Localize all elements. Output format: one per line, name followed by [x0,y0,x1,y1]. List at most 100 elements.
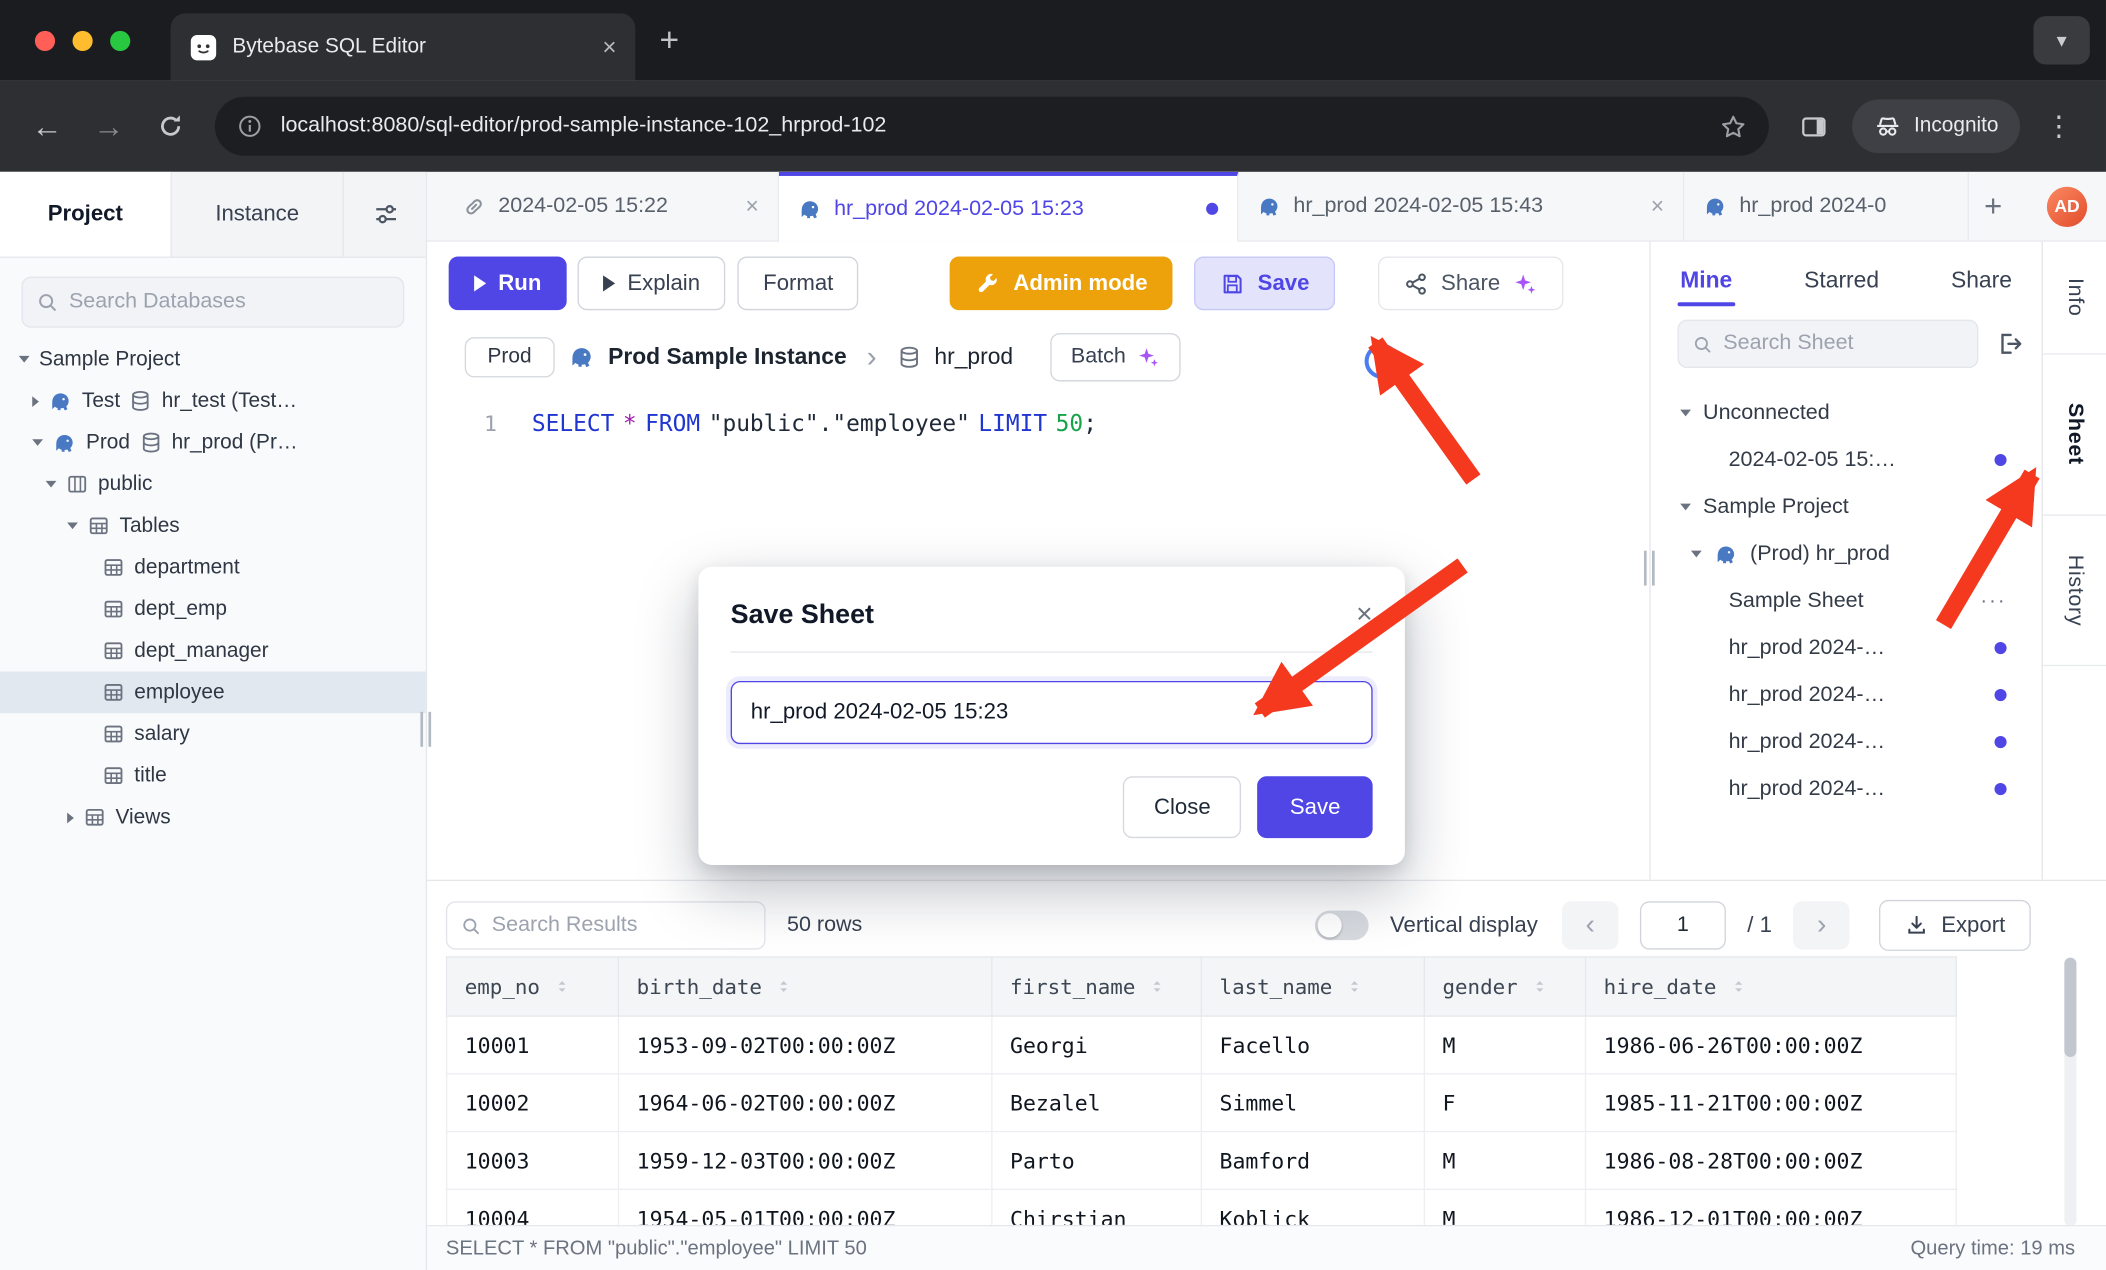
column-header[interactable]: hire_date [1586,957,1957,1016]
column-header[interactable]: emp_no [447,957,619,1016]
tree-item-department[interactable]: department [0,547,426,589]
page-input[interactable] [1640,901,1726,949]
dialog-save-button[interactable]: Save [1258,776,1373,838]
sort-icon[interactable] [552,976,572,996]
table-row[interactable]: 100011953-09-02T00:00:00ZGeorgiFacelloM1… [447,1016,1957,1074]
site-info-icon[interactable] [236,113,263,140]
new-tab-button[interactable]: + [659,21,679,60]
instance-name[interactable]: Prod Sample Instance [608,344,847,371]
run-button[interactable]: Run [449,257,567,311]
tab-info[interactable]: Info [2043,242,2106,355]
save-button[interactable]: Save [1195,257,1335,311]
tab-starred[interactable]: Starred [1804,267,1879,294]
user-avatar[interactable]: AD [2047,186,2087,226]
editor-tab-1-active[interactable]: hr_prod 2024-02-05 15:23 [779,172,1238,242]
prev-page-button[interactable]: ‹ [1562,901,1618,949]
next-page-button[interactable]: › [1793,901,1849,949]
scrollbar-thumb[interactable] [2064,958,2076,1057]
tree-item-title[interactable]: title [0,755,426,797]
database-name[interactable]: hr_prod [934,344,1013,371]
close-tab-icon[interactable]: × [1651,193,1664,220]
explain-button[interactable]: Explain [578,257,726,311]
format-button[interactable]: Format [738,257,859,311]
batch-button[interactable]: Batch [1051,333,1181,381]
results-search-input[interactable] [492,913,751,937]
editor-tab-3[interactable]: hr_prod 2024-0 [1684,172,1969,240]
tab-close-icon[interactable]: × [602,33,616,61]
refresh-ring-icon[interactable] [1365,344,1400,379]
tab-share[interactable]: Share [1951,267,2012,294]
environment-chip[interactable]: Prod [465,337,555,377]
tab-list-chevron-button[interactable]: ▾ [2033,16,2089,64]
tree-item-dept_emp[interactable]: dept_emp [0,588,426,630]
dialog-close-button[interactable]: Close [1123,776,1241,838]
column-header[interactable]: birth_date [618,957,991,1016]
tree-item-salary[interactable]: salary [0,713,426,755]
sheet-search-input[interactable] [1723,332,1963,356]
window-close-button[interactable] [35,30,55,50]
more-options-icon[interactable]: ··· [1980,590,2006,613]
panel-resize-handle[interactable] [1644,551,1655,586]
sheet-search[interactable] [1678,320,1979,368]
window-zoom-button[interactable] [110,30,130,50]
chevron-down-icon[interactable] [19,356,30,363]
tree-item-tables[interactable]: Tables [0,505,426,547]
sheet-name-input[interactable] [731,681,1373,744]
chevron-down-icon[interactable] [1680,410,1691,417]
chevron-down-icon[interactable] [1680,504,1691,511]
collapse-panel-icon[interactable] [1996,329,2026,359]
vertical-display-toggle[interactable] [1315,911,1369,941]
table-row[interactable]: 100041954-05-01T00:00:00ZChirstianKoblic… [447,1189,1957,1225]
column-header[interactable]: gender [1424,957,1585,1016]
table-scrollbar[interactable] [2064,958,2076,1225]
tab-instance[interactable]: Instance [172,172,344,257]
url-bar[interactable]: localhost:8080/sql-editor/prod-sample-in… [215,97,1769,156]
window-minimize-button[interactable] [73,30,93,50]
sheet-item[interactable]: hr_prod 2024-… [1651,672,2042,719]
sheet-item-sample-sheet[interactable]: Sample Sheet ··· [1651,578,2042,625]
export-button[interactable]: Export [1879,900,2030,951]
tree-item-employee[interactable]: employee [0,672,426,714]
sort-icon[interactable] [1344,976,1364,996]
chevron-down-icon[interactable] [67,522,78,529]
close-tab-icon[interactable]: × [746,193,759,220]
column-header[interactable]: first_name [992,957,1202,1016]
admin-mode-button[interactable]: Admin mode [950,257,1173,311]
chevron-down-icon[interactable] [46,481,57,488]
database-search[interactable] [21,277,404,328]
sheet-group-sample-project[interactable]: Sample Project [1651,484,2042,531]
tree-item-dept_manager[interactable]: dept_manager [0,630,426,672]
browser-tab[interactable]: Bytebase SQL Editor × [171,13,636,80]
sort-icon[interactable] [774,976,794,996]
tree-item-sample-project[interactable]: Sample Project [0,338,426,380]
forward-button[interactable]: → [81,98,137,154]
share-button[interactable]: Share [1378,257,1563,311]
filter-settings-icon[interactable] [345,172,426,257]
tab-history[interactable]: History [2043,516,2106,666]
sidebar-resize-handle[interactable] [420,712,431,747]
table-row[interactable]: 100021964-06-02T00:00:00ZBezalelSimmelF1… [447,1074,1957,1132]
add-tab-button[interactable]: + [1969,172,2017,240]
chevron-down-icon[interactable] [32,439,43,446]
bookmark-star-icon[interactable] [1719,112,1747,140]
sheet-group-prod-hr_prod[interactable]: (Prod) hr_prod [1651,531,2042,578]
browser-menu-icon[interactable]: ⋮ [2031,98,2087,154]
reload-button[interactable] [142,98,198,154]
tab-sheet[interactable]: Sheet [2043,355,2106,516]
sheet-group-unconnected[interactable]: Unconnected [1651,389,2042,436]
sort-icon[interactable] [1729,976,1749,996]
editor-tab-2[interactable]: hr_prod 2024-02-05 15:43 × [1238,172,1684,240]
sheet-item[interactable]: hr_prod 2024-… [1651,625,2042,672]
sheet-item[interactable]: hr_prod 2024-… [1651,766,2042,813]
url-text[interactable]: localhost:8080/sql-editor/prod-sample-in… [281,114,1702,138]
sort-icon[interactable] [1147,976,1167,996]
chevron-down-icon[interactable] [1691,551,1702,558]
side-panel-icon[interactable] [1785,98,1841,154]
table-row[interactable]: 100031959-12-03T00:00:00ZPartoBamfordM19… [447,1132,1957,1190]
tree-item-public-schema[interactable]: public [0,463,426,505]
chevron-right-icon[interactable] [32,396,39,407]
back-button[interactable]: ← [19,98,75,154]
tree-item-views[interactable]: Views [0,796,426,838]
sort-icon[interactable] [1530,976,1550,996]
tree-item-hr_prod[interactable]: Prod hr_prod (Pr… [0,422,426,464]
